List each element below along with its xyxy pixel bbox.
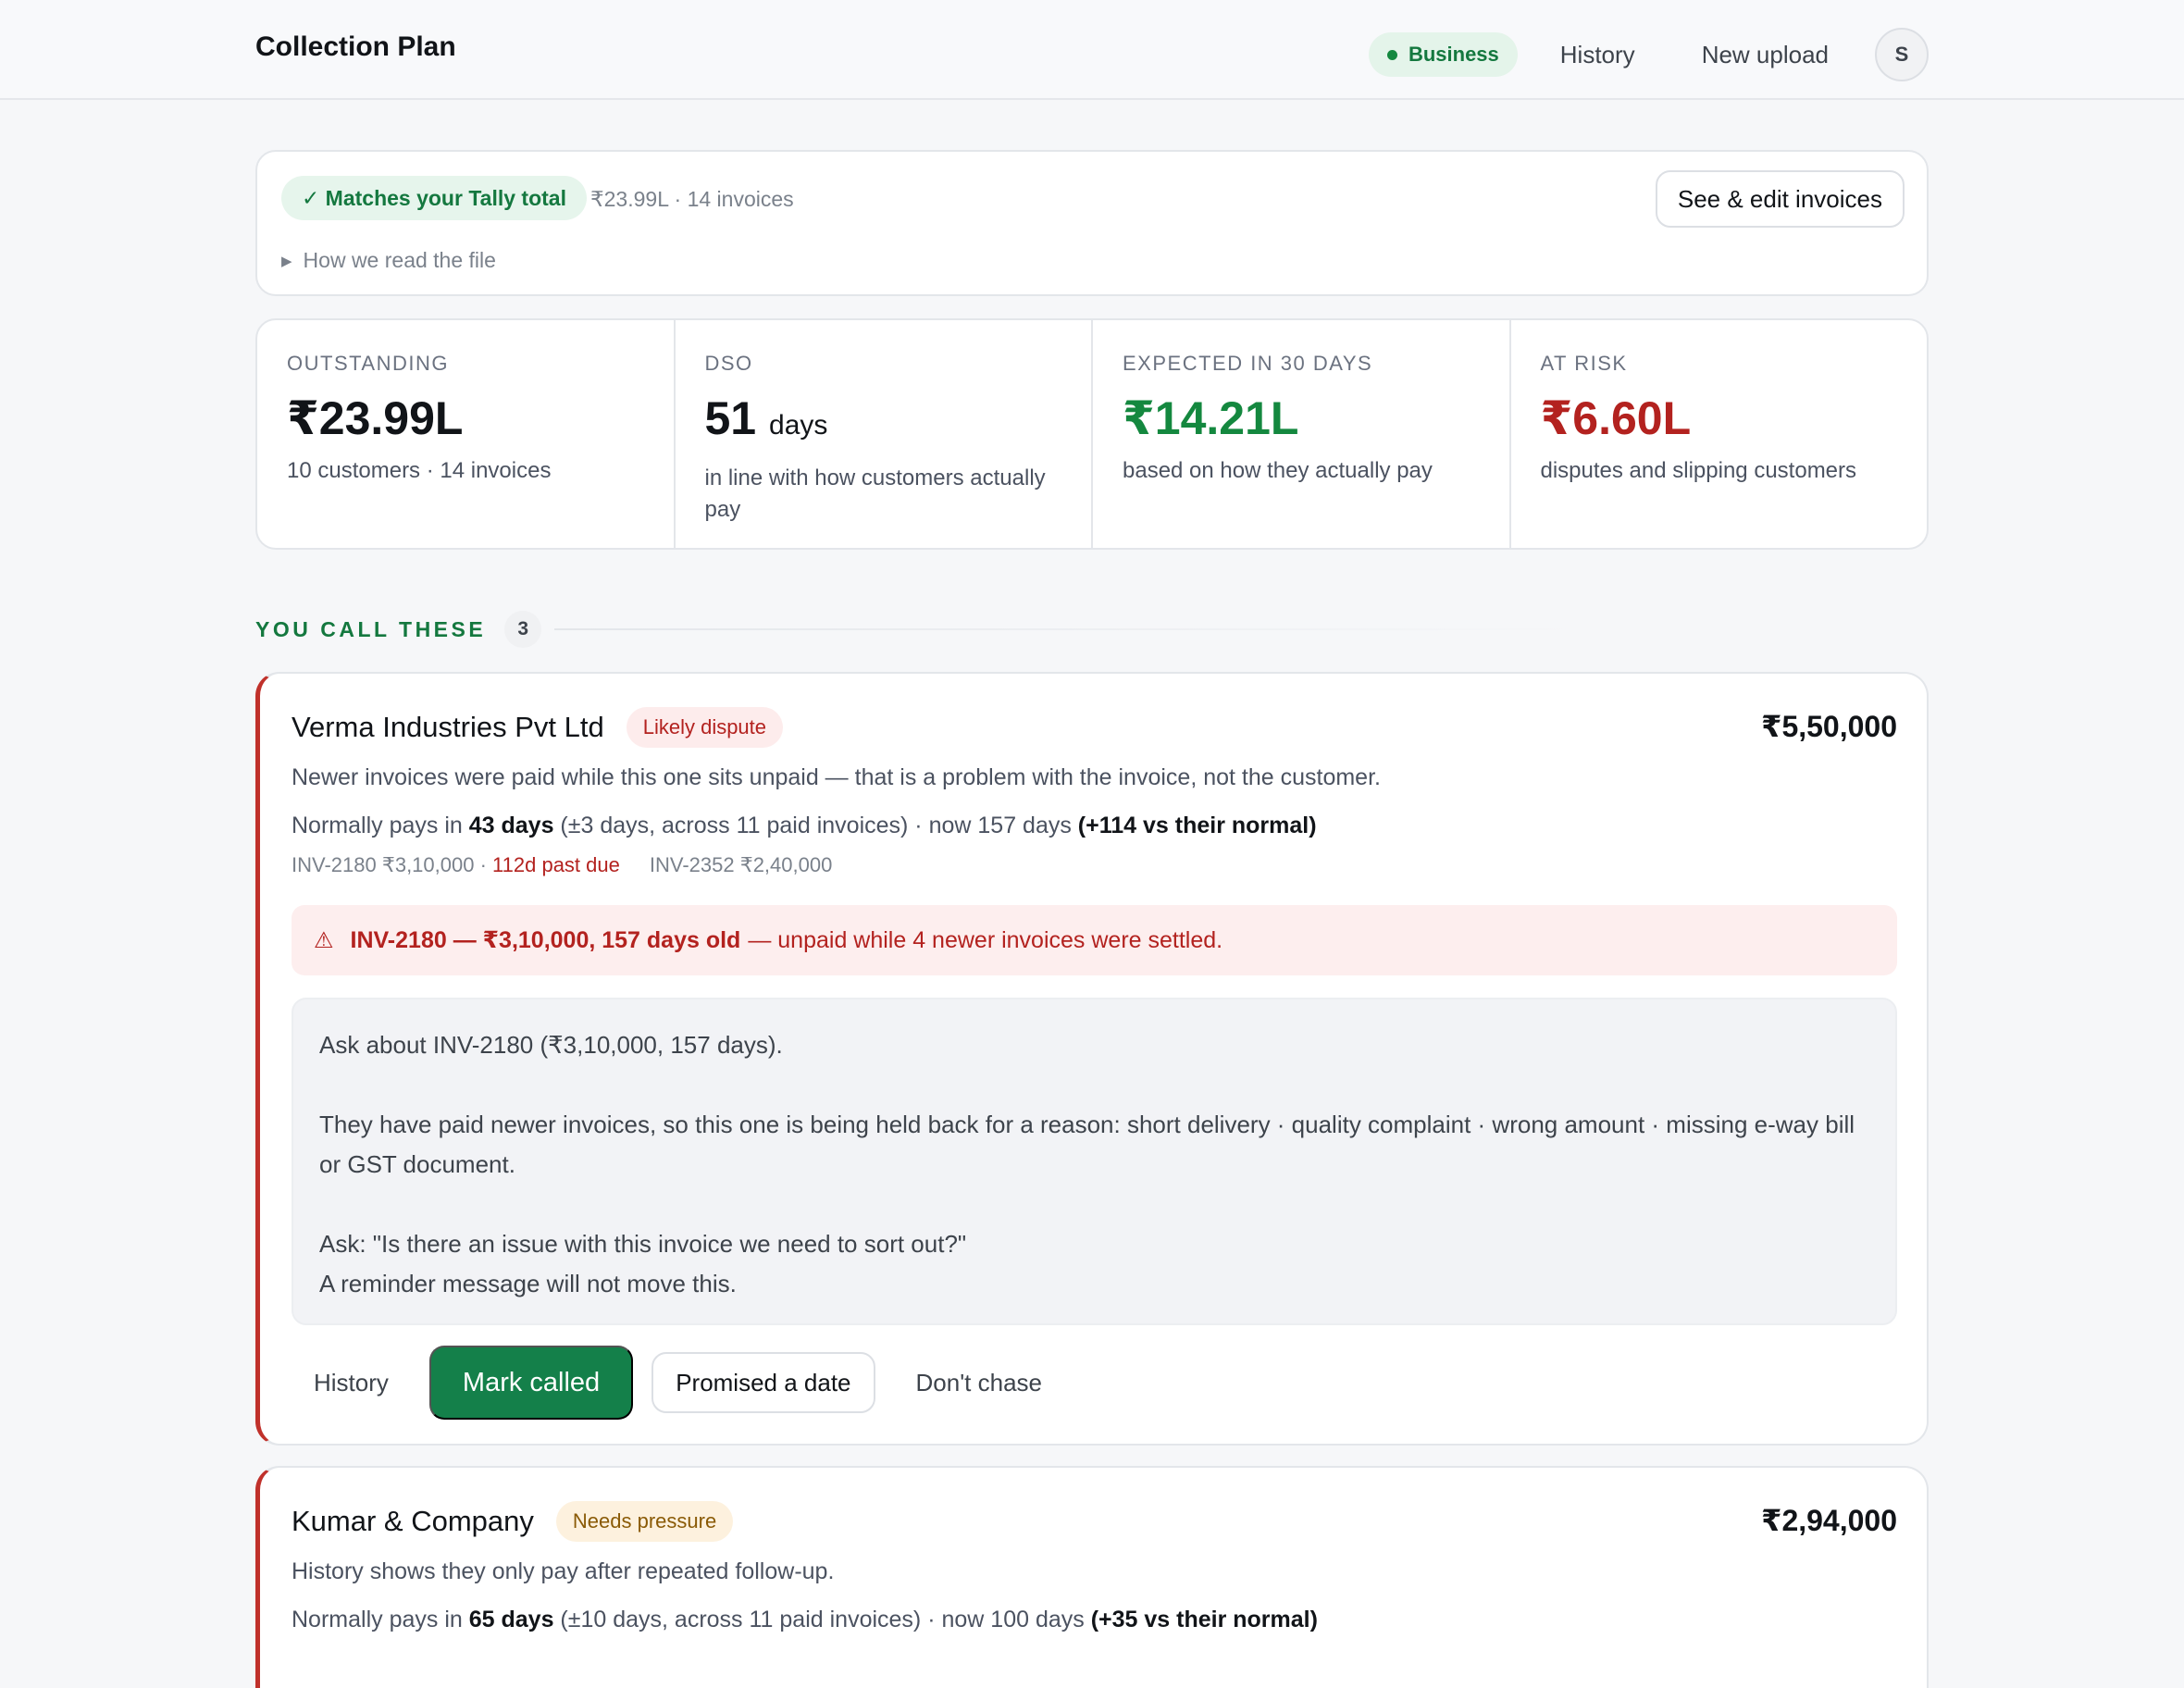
past-due-label: 112d past due [492,853,620,876]
stat-label: OUTSTANDING [287,352,449,375]
call-script: Ask about INV-2180 (₹3,10,000, 157 days)… [292,998,1897,1325]
payment-pattern: Normally pays in 43 days (±3 days, acros… [292,813,1317,838]
customer-name[interactable]: Kumar & Company [292,1505,534,1538]
tally-summary: ₹23.99L · 14 invoices [590,187,794,211]
section-title: YOU CALL THESE [255,616,487,641]
customer-name[interactable]: Verma Industries Pvt Ltd [292,711,604,744]
customer-header: Kumar & Company Needs pressure [292,1501,1897,1542]
stat-value: ₹23.99L [287,392,464,444]
stat-outstanding: OUTSTANDING ₹23.99L 10 customers · 14 in… [257,320,676,548]
section-divider [554,628,1582,630]
top-nav: Business History New upload S [1368,28,1929,81]
section-heading: YOU CALL THESE 3 [255,611,1929,648]
tally-card: ✓ Matches your Tally total ₹23.99L · 14 … [255,150,1929,296]
stat-sub: disputes and slipping customers [1540,458,1857,483]
status-dot-icon [1386,49,1397,60]
top-bar: Collection Plan Business History New upl… [0,0,2184,100]
stat-label: DSO [704,352,753,375]
dispute-alert: ⚠ INV-2180 — ₹3,10,000, 157 days old — u… [292,905,1897,975]
nav-new-upload-link[interactable]: New upload [1702,41,1829,69]
mark-called-button[interactable]: Mark called [428,1346,634,1420]
how-we-read-label: How we read the file [303,248,496,272]
customer-amount: ₹5,50,000 [1761,710,1897,743]
call-script-line: Ask about INV-2180 (₹3,10,000, 157 days)… [319,1031,783,1059]
how-we-read-toggle[interactable]: ▶ How we read the file [281,248,496,273]
business-label: Business [1408,43,1499,66]
status-badge: Likely dispute [626,707,784,748]
stat-label: AT RISK [1540,352,1628,375]
customer-reason: Newer invoices were paid while this one … [292,764,1381,790]
stat-at-risk: AT RISK ₹6.60L disputes and slipping cus… [1511,320,1928,548]
alert-highlight: INV-2180 — ₹3,10,000, 157 days old [350,927,741,953]
stat-value: ₹6.60L [1540,392,1692,444]
customer-actions: History Mark called Promised a date Don'… [292,1346,1897,1420]
invoice-item[interactable]: INV-2180 ₹3,10,000 · 112d past due [292,853,620,877]
payment-pattern: Normally pays in 65 days (±10 days, acro… [292,1607,1318,1632]
status-badge: Needs pressure [555,1501,734,1542]
alert-text: — unpaid while 4 newer invoices were set… [748,926,1223,953]
stat-sub: based on how they actually pay [1123,458,1433,483]
invoice-item[interactable]: INV-2352 ₹2,40,000 [650,853,832,877]
stats-card: OUTSTANDING ₹23.99L 10 customers · 14 in… [255,318,1929,550]
warning-icon: ⚠ [314,927,334,953]
see-edit-invoices-button[interactable]: See & edit invoices [1655,170,1905,228]
call-script-line: Ask: "Is there an issue with this invoic… [319,1230,967,1297]
customer-amount: ₹2,94,000 [1761,1504,1897,1537]
invoice-list: INV-2180 ₹3,10,000 · 112d past due INV-2… [292,853,1897,877]
avatar[interactable]: S [1875,28,1929,81]
stat-dso: DSO 51 days in line with how customers a… [676,320,1093,548]
customer-header: Verma Industries Pvt Ltd Likely dispute [292,707,1897,748]
customer-card: Kumar & Company Needs pressure ₹2,94,000… [255,1466,1929,1688]
nav-history-link[interactable]: History [1560,41,1635,69]
call-script-line: They have paid newer invoices, so this o… [319,1111,1855,1178]
stat-label: EXPECTED IN 30 DAYS [1123,352,1373,375]
app-title: Collection Plan [255,31,456,62]
section-count-badge: 3 [504,611,542,648]
dont-chase-button[interactable]: Don't chase [894,1369,1065,1397]
customer-history-button[interactable]: History [292,1369,411,1397]
disclosure-triangle-icon: ▶ [281,253,292,269]
customer-reason: History shows they only pay after repeat… [292,1558,835,1584]
stat-sub: 10 customers · 14 invoices [287,458,552,483]
main-content: ✓ Matches your Tally total ₹23.99L · 14 … [255,150,1929,1688]
business-pill[interactable]: Business [1368,32,1518,77]
stat-expected-30-days: EXPECTED IN 30 DAYS ₹14.21L based on how… [1093,320,1511,548]
stat-sub: in line with how customers actually pay [704,465,1046,522]
stat-unit: days [769,410,828,441]
promised-date-button[interactable]: Promised a date [651,1352,875,1413]
customer-card: Verma Industries Pvt Ltd Likely dispute … [255,672,1929,1446]
stat-value: ₹14.21L [1123,392,1299,444]
stat-value: 51 days [704,392,828,444]
tally-match-badge: ✓ Matches your Tally total [281,176,587,220]
